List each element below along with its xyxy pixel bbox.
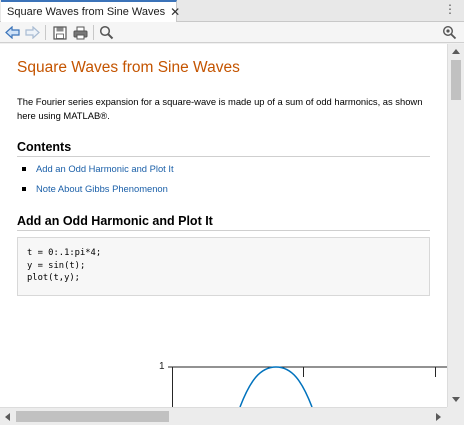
back-arrow-icon[interactable] — [4, 24, 21, 41]
close-icon[interactable]: ✕ — [170, 6, 180, 18]
toolbar — [0, 22, 464, 43]
more-options-icon[interactable]: ⋮ — [444, 3, 456, 15]
help-browser-window: Square Waves from Sine Waves ✕ ⋮ Square … — [0, 0, 464, 425]
vertical-scrollbar[interactable] — [447, 44, 464, 407]
print-icon[interactable] — [72, 24, 89, 41]
scroll-right-arrow-icon[interactable] — [436, 413, 441, 421]
plot-y-tick-label: 1 — [159, 361, 165, 372]
forward-arrow-icon[interactable] — [24, 24, 41, 41]
scroll-down-arrow-icon[interactable] — [452, 397, 460, 402]
tab-square-waves[interactable]: Square Waves from Sine Waves ✕ — [1, 0, 180, 22]
tab-bar: Square Waves from Sine Waves ✕ ⋮ — [0, 0, 464, 22]
scrollbar-corner — [447, 407, 464, 425]
sine-plot-figure — [168, 366, 447, 407]
save-icon[interactable] — [51, 24, 68, 41]
tab-label: Square Waves from Sine Waves — [7, 6, 166, 18]
toolbar-separator — [93, 25, 94, 40]
document-view: Square Waves from Sine Waves The Fourier… — [0, 44, 447, 407]
horizontal-scrollbar[interactable] — [0, 407, 447, 425]
search-icon[interactable] — [98, 24, 115, 41]
scroll-left-arrow-icon[interactable] — [5, 413, 10, 421]
vertical-scroll-thumb[interactable] — [451, 60, 461, 100]
toolbar-separator — [45, 25, 46, 40]
sine-curve — [239, 366, 313, 407]
find-options-icon[interactable] — [441, 24, 458, 41]
scroll-up-arrow-icon[interactable] — [452, 49, 460, 54]
horizontal-scroll-thumb[interactable] — [16, 411, 169, 422]
